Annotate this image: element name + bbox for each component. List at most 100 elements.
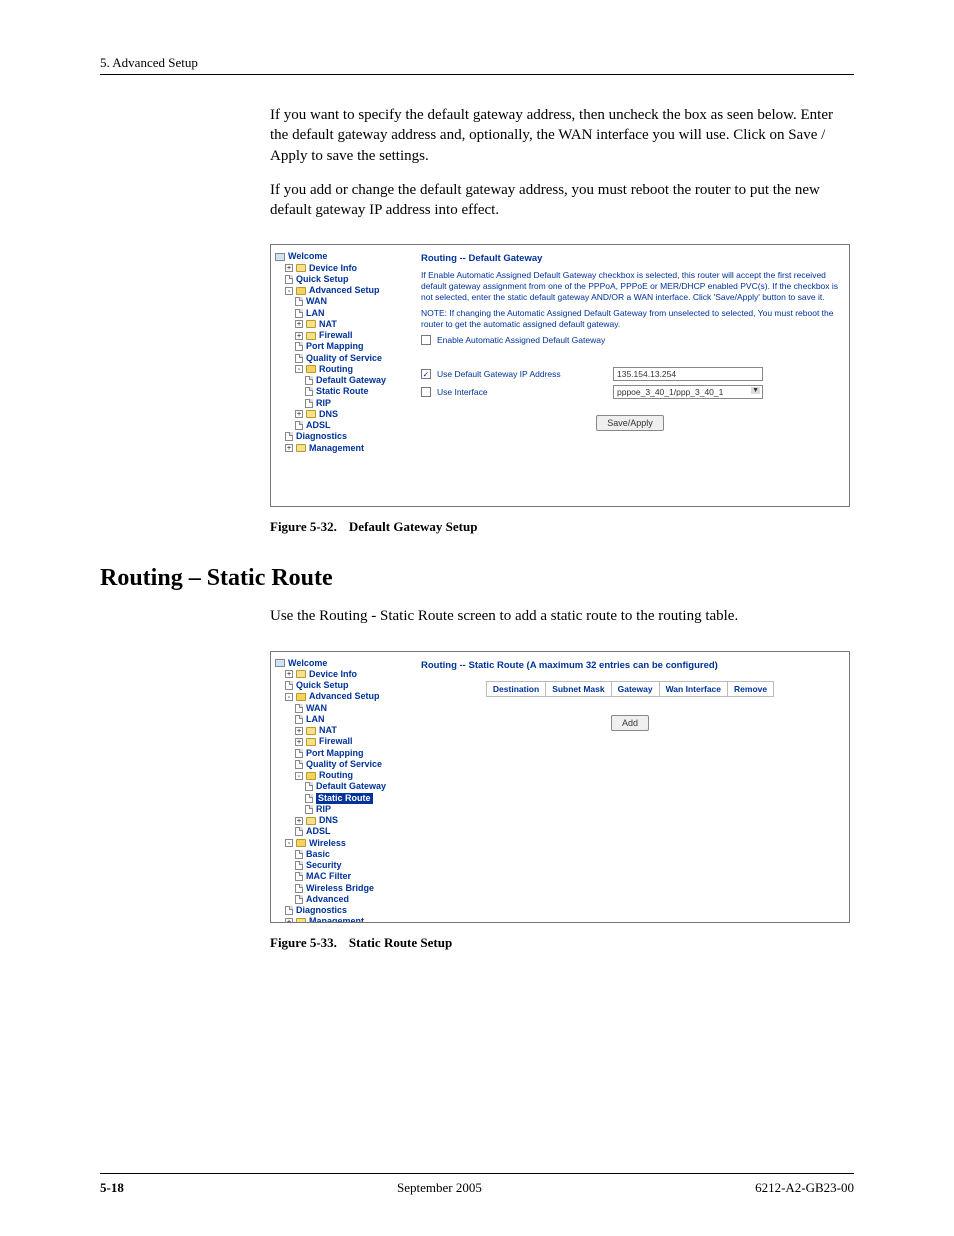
nav-management[interactable]: Management bbox=[309, 916, 364, 922]
page-icon bbox=[305, 399, 313, 408]
nav-routing[interactable]: Routing bbox=[319, 770, 353, 781]
nav-wan[interactable]: WAN bbox=[306, 296, 327, 307]
folder-icon bbox=[306, 320, 316, 328]
folder-open-icon bbox=[306, 772, 316, 780]
collapse-icon[interactable]: - bbox=[285, 839, 293, 847]
folder-open-icon bbox=[296, 839, 306, 847]
nav-dns[interactable]: DNS bbox=[319, 815, 338, 826]
nav-diagnostics[interactable]: Diagnostics bbox=[296, 905, 347, 916]
figure-5-33-caption: Figure 5-33.Static Route Setup bbox=[270, 935, 854, 951]
nav-welcome[interactable]: Welcome bbox=[288, 658, 327, 669]
collapse-icon[interactable]: - bbox=[295, 772, 303, 780]
expand-icon[interactable]: + bbox=[295, 332, 303, 340]
para-2: If you add or change the default gateway… bbox=[270, 180, 854, 221]
page-icon bbox=[295, 342, 303, 351]
nav-port-mapping[interactable]: Port Mapping bbox=[306, 748, 364, 759]
nav-nat[interactable]: NAT bbox=[319, 319, 337, 330]
nav-welcome[interactable]: Welcome bbox=[288, 251, 327, 262]
nav-wireless-bridge[interactable]: Wireless Bridge bbox=[306, 883, 374, 894]
use-default-gw-checkbox[interactable]: ✓ bbox=[421, 369, 431, 379]
nav-management[interactable]: Management bbox=[309, 443, 364, 454]
page-icon bbox=[295, 895, 303, 904]
content-desc-2: NOTE: If changing the Automatic Assigned… bbox=[421, 308, 839, 329]
collapse-icon[interactable]: - bbox=[285, 287, 293, 295]
enable-auto-label: Enable Automatic Assigned Default Gatewa… bbox=[437, 335, 607, 345]
nav-advanced-setup[interactable]: Advanced Setup bbox=[309, 691, 380, 702]
figure-5-33-screenshot: Welcome + Device Info Quick Setup - Advanc… bbox=[270, 651, 850, 923]
page-icon bbox=[285, 681, 293, 690]
nav-dns[interactable]: DNS bbox=[319, 409, 338, 420]
page-icon bbox=[305, 387, 313, 396]
nav-wan[interactable]: WAN bbox=[306, 703, 327, 714]
expand-icon[interactable]: + bbox=[285, 264, 293, 272]
nav-rip[interactable]: RIP bbox=[316, 398, 331, 409]
expand-icon[interactable]: + bbox=[295, 320, 303, 328]
expand-icon[interactable]: + bbox=[285, 670, 293, 678]
nav-adsl[interactable]: ADSL bbox=[306, 826, 331, 837]
nav-diagnostics[interactable]: Diagnostics bbox=[296, 431, 347, 442]
nav-tree-1: Welcome + Device Info Quick Setup - Advanc… bbox=[271, 245, 411, 506]
content-title: Routing -- Default Gateway bbox=[421, 253, 839, 264]
page-icon bbox=[295, 421, 303, 430]
use-interface-checkbox[interactable] bbox=[421, 387, 431, 397]
expand-icon[interactable]: + bbox=[285, 444, 293, 452]
expand-icon[interactable]: + bbox=[295, 738, 303, 746]
nav-lan[interactable]: LAN bbox=[306, 308, 325, 319]
expand-icon[interactable]: + bbox=[295, 410, 303, 418]
content-title-2: Routing -- Static Route (A maximum 32 en… bbox=[421, 660, 839, 671]
use-default-gw-label: Use Default Gateway IP Address bbox=[437, 369, 607, 379]
nav-static-route[interactable]: Static Route bbox=[316, 386, 369, 397]
collapse-icon[interactable]: - bbox=[295, 365, 303, 373]
nav-port-mapping[interactable]: Port Mapping bbox=[306, 341, 364, 352]
nav-default-gateway[interactable]: Default Gateway bbox=[316, 781, 386, 792]
nav-device-info[interactable]: Device Info bbox=[309, 263, 357, 274]
nav-firewall[interactable]: Firewall bbox=[319, 330, 353, 341]
para-1: If you want to specify the default gatew… bbox=[270, 105, 854, 166]
expand-icon[interactable]: + bbox=[295, 817, 303, 825]
nav-rip[interactable]: RIP bbox=[316, 804, 331, 815]
content-pane-2: Routing -- Static Route (A maximum 32 en… bbox=[411, 652, 849, 922]
nav-firewall[interactable]: Firewall bbox=[319, 736, 353, 747]
nav-routing[interactable]: Routing bbox=[319, 364, 353, 375]
nav-wireless[interactable]: Wireless bbox=[309, 838, 346, 849]
nav-mac-filter[interactable]: MAC Filter bbox=[306, 871, 351, 882]
page-icon bbox=[295, 884, 303, 893]
default-gw-ip-input[interactable]: 135.154.13.254 bbox=[613, 367, 763, 381]
page-icon bbox=[295, 715, 303, 724]
nav-advanced-setup[interactable]: Advanced Setup bbox=[309, 285, 380, 296]
nav-quick-setup[interactable]: Quick Setup bbox=[296, 680, 349, 691]
nav-security[interactable]: Security bbox=[306, 860, 342, 871]
enable-auto-checkbox[interactable] bbox=[421, 335, 431, 345]
folder-open-icon bbox=[296, 287, 306, 295]
nav-qos[interactable]: Quality of Service bbox=[306, 759, 382, 770]
nav-qos[interactable]: Quality of Service bbox=[306, 353, 382, 364]
add-button[interactable]: Add bbox=[611, 715, 649, 731]
nav-nat[interactable]: NAT bbox=[319, 725, 337, 736]
expand-icon[interactable]: + bbox=[295, 727, 303, 735]
interface-select[interactable]: pppoe_3_40_1/ppp_3_40_1 bbox=[613, 385, 763, 399]
folder-icon bbox=[296, 444, 306, 452]
folder-icon bbox=[306, 410, 316, 418]
page-icon bbox=[295, 872, 303, 881]
monitor-icon bbox=[275, 253, 285, 261]
page-icon bbox=[305, 805, 313, 814]
collapse-icon[interactable]: - bbox=[285, 693, 293, 701]
page-icon bbox=[295, 850, 303, 859]
nav-advanced[interactable]: Advanced bbox=[306, 894, 349, 905]
save-apply-button[interactable]: Save/Apply bbox=[596, 415, 664, 431]
nav-tree-2: Welcome + Device Info Quick Setup - Advanc… bbox=[271, 652, 411, 922]
nav-lan[interactable]: LAN bbox=[306, 714, 325, 725]
use-interface-label: Use Interface bbox=[437, 387, 607, 397]
page-icon bbox=[285, 275, 293, 284]
nav-quick-setup[interactable]: Quick Setup bbox=[296, 274, 349, 285]
page-icon bbox=[295, 749, 303, 758]
page-icon bbox=[295, 760, 303, 769]
page-icon bbox=[295, 704, 303, 713]
nav-static-route-selected[interactable]: Static Route bbox=[316, 793, 373, 804]
nav-default-gateway[interactable]: Default Gateway bbox=[316, 375, 386, 386]
nav-adsl[interactable]: ADSL bbox=[306, 420, 331, 431]
nav-device-info[interactable]: Device Info bbox=[309, 669, 357, 680]
page-icon bbox=[305, 782, 313, 791]
nav-basic[interactable]: Basic bbox=[306, 849, 330, 860]
expand-icon[interactable]: + bbox=[285, 918, 293, 923]
